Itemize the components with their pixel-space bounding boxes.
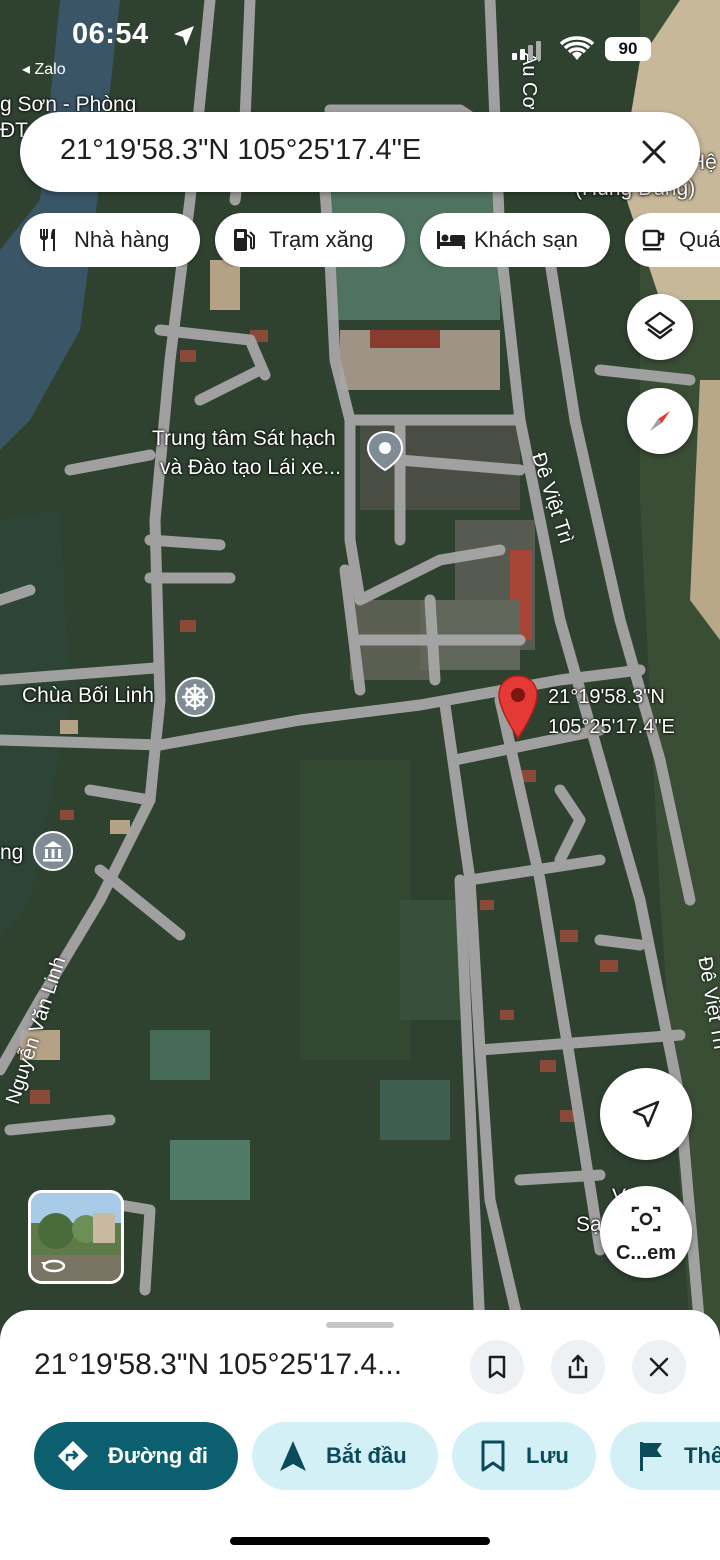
home-indicator bbox=[230, 1537, 490, 1545]
wifi-icon bbox=[559, 36, 595, 62]
back-to-app-link[interactable]: ◂ Zalo bbox=[22, 59, 66, 79]
chip-label: Quá bbox=[679, 227, 720, 252]
driving-center-label[interactable]: Trung tâm Sát hạch bbox=[152, 426, 336, 452]
sheet-drag-handle[interactable] bbox=[326, 1322, 394, 1328]
start-button[interactable]: Bắt đầu bbox=[252, 1422, 438, 1490]
museum-icon[interactable] bbox=[32, 830, 74, 872]
chip-gas-stations[interactable]: Trạm xăng bbox=[215, 213, 405, 267]
layers-icon bbox=[644, 311, 676, 340]
restaurant-icon bbox=[40, 229, 55, 251]
layers-button[interactable] bbox=[627, 294, 693, 360]
share-icon bbox=[568, 1354, 588, 1379]
lens-camera-button[interactable]: C...em bbox=[600, 1186, 692, 1278]
my-location-button[interactable] bbox=[600, 1068, 692, 1160]
chip-label: Trạm xăng bbox=[269, 227, 374, 252]
category-chips: Nhà hàng Trạm xăng Khách sạn Quá bbox=[20, 213, 720, 267]
location-arrow-icon bbox=[172, 24, 196, 48]
driving-center-label[interactable]: và Đào tạo Lái xe... bbox=[160, 455, 341, 481]
directions-icon bbox=[58, 1441, 88, 1471]
gas-station-icon bbox=[234, 229, 255, 251]
pin-coordinates-label: 105°25'17.4"E bbox=[548, 716, 675, 738]
add-label-button[interactable]: Thê bbox=[610, 1422, 720, 1490]
flag-icon bbox=[640, 1442, 662, 1471]
cellular-signal-icon bbox=[512, 40, 546, 60]
pagoda-label[interactable]: Chùa Bối Linh bbox=[22, 683, 154, 709]
search-bar[interactable]: 21°19'58.3"N 105°25'17.4"E bbox=[20, 112, 700, 192]
close-search-icon[interactable] bbox=[634, 132, 674, 172]
temple-icon[interactable] bbox=[174, 676, 216, 718]
status-bar: 06:54 ◂ Zalo 90 bbox=[0, 0, 720, 95]
hotel-icon bbox=[437, 231, 465, 249]
search-query[interactable]: 21°19'58.3"N 105°25'17.4"E bbox=[60, 134, 421, 167]
add-label-label: Thê bbox=[684, 1443, 720, 1468]
bookmark-icon bbox=[488, 1355, 506, 1379]
compass-button[interactable] bbox=[627, 388, 693, 454]
compass-icon bbox=[650, 411, 670, 431]
rotate-360-icon bbox=[41, 1257, 67, 1275]
lens-button-label: C...em bbox=[615, 1242, 677, 1264]
pin-coordinates-label: 21°19'58.3"N bbox=[548, 686, 665, 708]
share-button[interactable] bbox=[551, 1340, 605, 1394]
chip-restaurants[interactable]: Nhà hàng bbox=[20, 213, 200, 267]
map-place-label: ng bbox=[0, 841, 24, 864]
bookmark-icon bbox=[481, 1440, 505, 1472]
directions-button[interactable]: Đường đi bbox=[34, 1422, 238, 1490]
directions-label: Đường đi bbox=[108, 1443, 208, 1468]
start-label: Bắt đầu bbox=[326, 1443, 407, 1468]
chip-hotels[interactable]: Khách sạn bbox=[420, 213, 610, 267]
place-details-sheet[interactable]: 21°19'58.3"N 105°25'17.4... Đường đi Bắt… bbox=[0, 1310, 720, 1560]
place-title: 21°19'58.3"N 105°25'17.4... bbox=[34, 1348, 403, 1381]
save-button[interactable]: Lưu bbox=[452, 1422, 596, 1490]
save-place-button[interactable] bbox=[470, 1340, 524, 1394]
save-label: Lưu bbox=[526, 1443, 569, 1468]
close-sheet-button[interactable] bbox=[632, 1340, 686, 1394]
coffee-icon bbox=[642, 229, 665, 251]
camera-search-icon bbox=[631, 1206, 661, 1232]
close-icon bbox=[649, 1357, 669, 1377]
navigation-arrow-icon bbox=[632, 1100, 660, 1128]
location-pin-icon[interactable] bbox=[496, 674, 540, 740]
chip-label: Khách sạn bbox=[474, 227, 578, 252]
navigation-start-icon bbox=[280, 1441, 306, 1471]
place-pin-icon[interactable] bbox=[364, 430, 406, 472]
status-time: 06:54 bbox=[72, 18, 149, 50]
chip-label: Nhà hàng bbox=[74, 227, 170, 252]
chip-cafes[interactable]: Quá bbox=[625, 213, 720, 267]
street-view-thumbnail[interactable] bbox=[28, 1190, 124, 1284]
battery-indicator: 90 bbox=[605, 37, 651, 61]
